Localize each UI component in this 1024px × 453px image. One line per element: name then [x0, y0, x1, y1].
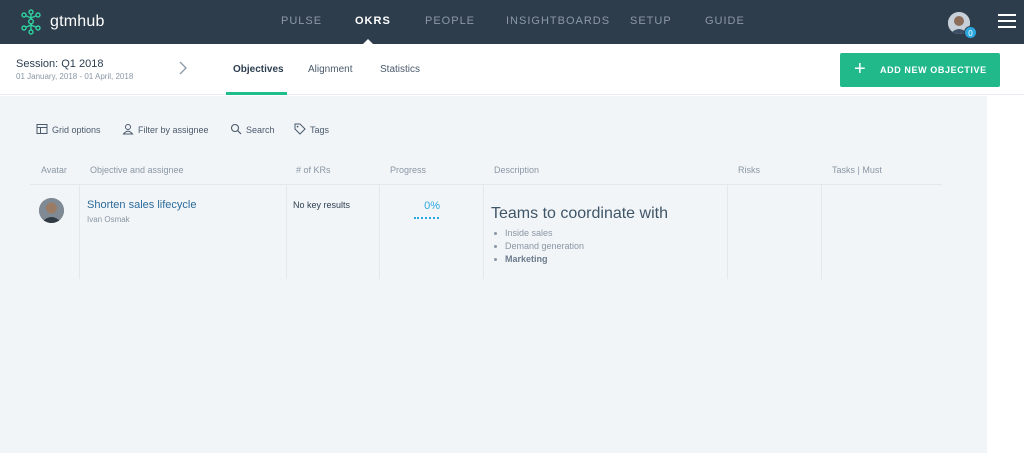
column-header-avatar: Avatar [41, 165, 67, 175]
objective-assignee: Ivan Osmak [87, 215, 130, 224]
active-tab-indicator [226, 92, 287, 95]
column-separator [286, 185, 287, 279]
column-separator [79, 185, 80, 279]
add-new-objective-button[interactable]: + ADD NEW OBJECTIVE [840, 53, 1000, 87]
description-title: Teams to coordinate with [491, 205, 668, 222]
column-header-tasks: Tasks | Must [832, 165, 882, 175]
filter-by-assignee-label: Filter by assignee [138, 125, 209, 135]
description-item: Inside sales [493, 227, 584, 240]
assignee-avatar-image [39, 198, 64, 223]
column-header-description: Description [494, 165, 540, 175]
column-header-krs[interactable]: # of KRs [296, 165, 331, 175]
objectives-content: Grid options Filter by assignee Search T… [0, 96, 987, 453]
tag-icon [294, 123, 306, 135]
grid-options-label: Grid options [52, 125, 101, 135]
nav-guide[interactable]: GUIDE [705, 15, 745, 27]
column-separator [821, 185, 822, 279]
top-navigation-bar: gtmhub PULSE OKRS PEOPLE INSIGHTBOARDS S… [0, 0, 1024, 44]
column-separator [727, 185, 728, 279]
tab-alignment[interactable]: Alignment [308, 64, 352, 75]
chevron-right-icon[interactable] [176, 60, 190, 76]
nav-setup[interactable]: SETUP [630, 15, 672, 27]
description-list: Inside sales Demand generation Marketing [493, 227, 584, 266]
column-separator [483, 185, 484, 279]
nav-okrs[interactable]: OKRS [355, 15, 391, 27]
grid-icon [36, 124, 48, 134]
assignee-avatar[interactable] [39, 198, 64, 223]
session-title[interactable]: Session: Q1 2018 [16, 58, 103, 70]
nav-people[interactable]: PEOPLE [425, 15, 475, 27]
user-icon [122, 124, 134, 135]
objective-title[interactable]: Shorten sales lifecycle [87, 199, 196, 211]
description-item: Demand generation [493, 240, 584, 253]
notification-badge[interactable]: 0 [964, 26, 977, 39]
tab-statistics[interactable]: Statistics [380, 64, 420, 75]
plus-icon: + [854, 58, 866, 80]
session-header: Session: Q1 2018 01 January, 2018 - 01 A… [0, 44, 1024, 95]
nav-insightboards[interactable]: INSIGHTBOARDS [506, 15, 610, 27]
column-header-risks: Risks [738, 165, 760, 175]
progress-value: 0% [424, 200, 440, 212]
search-icon [230, 123, 242, 135]
brand-name: gtmhub [50, 13, 105, 30]
search-label: Search [246, 125, 275, 135]
table-header-divider [30, 184, 942, 185]
tags-label: Tags [310, 125, 330, 135]
add-new-objective-label: ADD NEW OBJECTIVE [880, 65, 987, 75]
tab-objectives[interactable]: Objectives [233, 64, 284, 75]
gtmhub-logo-icon[interactable] [20, 9, 42, 35]
session-dates: 01 January, 2018 - 01 April, 2018 [16, 72, 134, 81]
column-header-progress[interactable]: Progress [390, 165, 426, 175]
hamburger-menu-icon[interactable] [998, 14, 1016, 28]
progress-indicator [414, 217, 439, 219]
description-item: Marketing [493, 253, 584, 266]
right-gutter [987, 96, 1024, 453]
column-header-objective[interactable]: Objective and assignee [90, 165, 184, 175]
nav-pulse[interactable]: PULSE [281, 15, 322, 27]
key-results-count: No key results [293, 200, 351, 210]
